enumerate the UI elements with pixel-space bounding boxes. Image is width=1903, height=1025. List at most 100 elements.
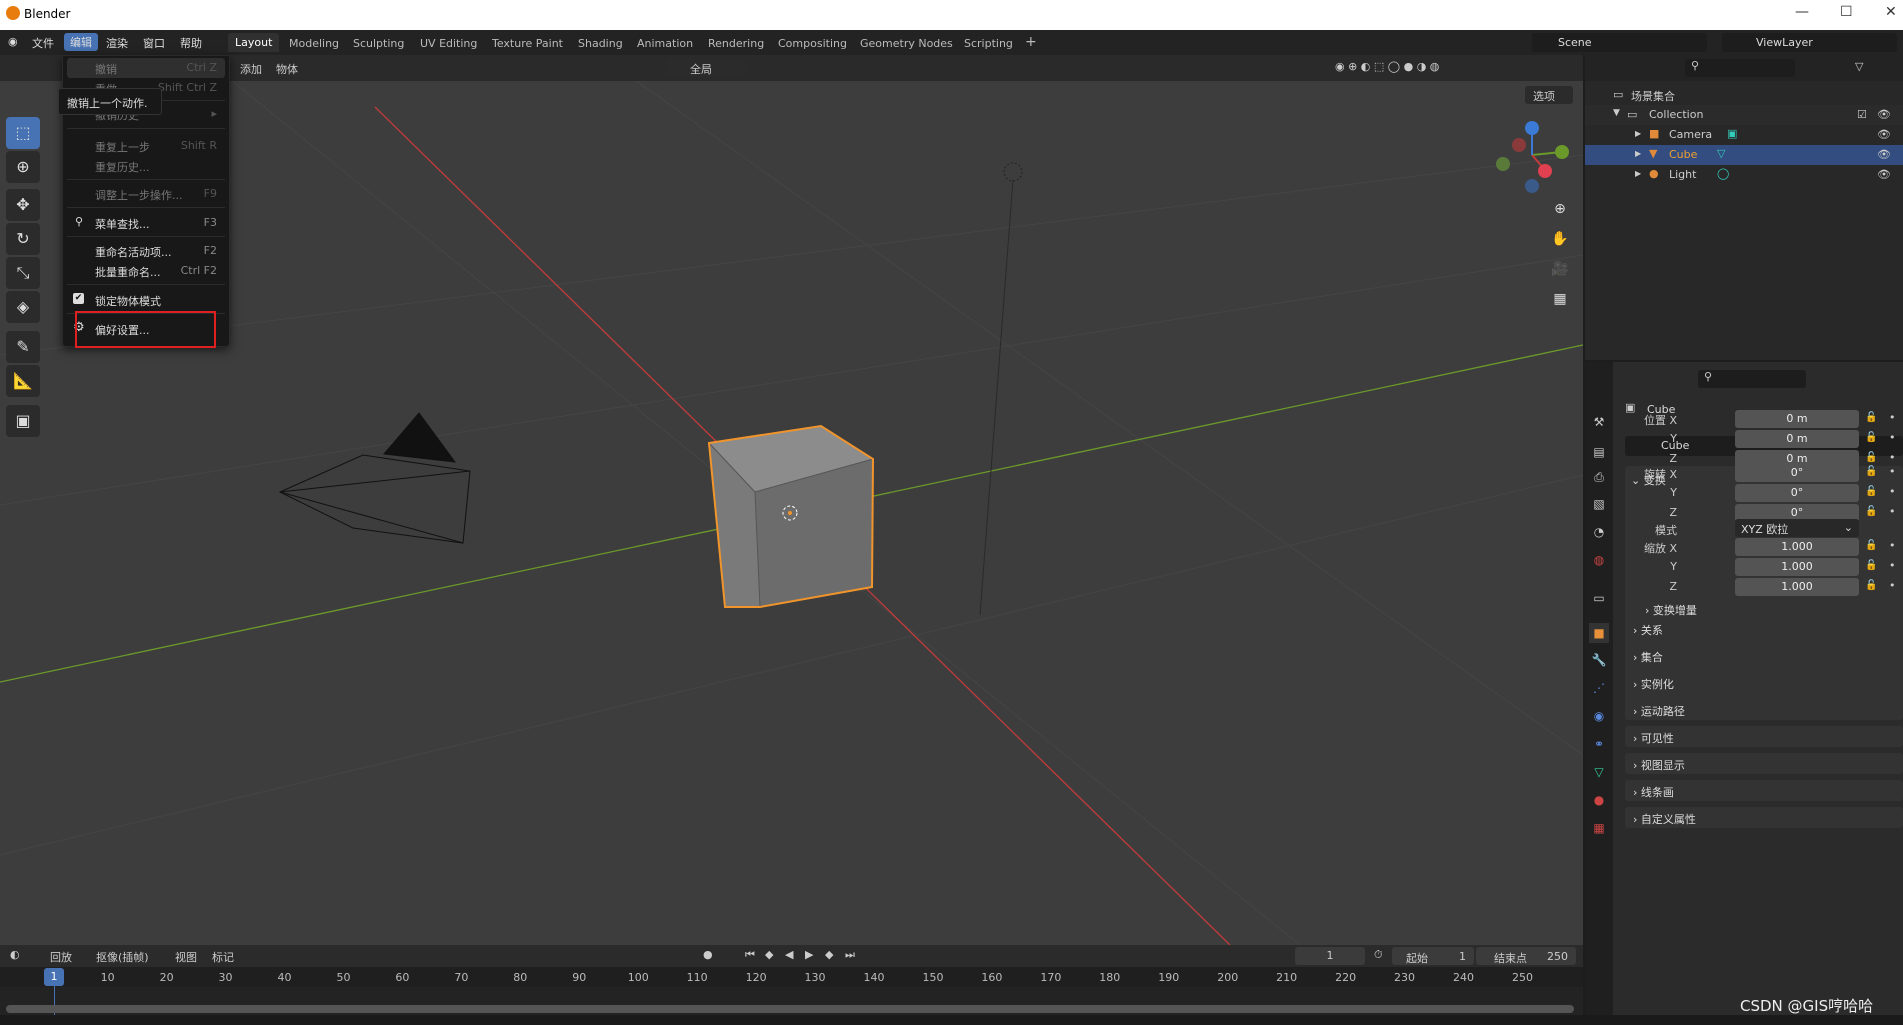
expand-arrow-icon[interactable]: ▶	[1635, 169, 1641, 178]
close-button[interactable]: ✕	[1885, 4, 1897, 20]
checkbox-checked-icon[interactable]: ✔	[73, 293, 84, 304]
data-tab-icon[interactable]: ▽	[1589, 762, 1609, 782]
rotation-y-field[interactable]: 0°	[1735, 484, 1859, 502]
prev-keyframe-icon[interactable]: ◆	[765, 948, 773, 961]
scale-tool[interactable]: ⤡	[6, 257, 40, 289]
play-icon[interactable]: ▶	[805, 948, 813, 961]
timeline-scrollbar[interactable]	[6, 1005, 1574, 1013]
lock-icon[interactable]: 🔓	[1865, 452, 1877, 463]
menu-view[interactable]: 视图	[175, 949, 197, 965]
keyframe-dot-icon[interactable]: •	[1889, 465, 1896, 478]
perspective-grid-icon[interactable]: ▦	[1548, 291, 1572, 315]
menu-item-lock-object-modes[interactable]: ✔ 锁定物体模式	[63, 290, 229, 310]
scene-selector[interactable]: Scene	[1532, 33, 1707, 52]
lock-icon[interactable]: 🔓	[1865, 580, 1877, 591]
maximize-button[interactable]: ☐	[1840, 4, 1853, 20]
texture-tab-icon[interactable]: ▦	[1589, 818, 1609, 838]
location-y-field[interactable]: 0 m	[1735, 430, 1859, 448]
tab-shading[interactable]: Shading	[578, 37, 623, 50]
stopwatch-icon[interactable]: ⏱	[1374, 948, 1383, 962]
eye-icon[interactable]: 👁	[1877, 128, 1891, 141]
current-frame-field[interactable]: 1	[1295, 947, 1365, 965]
outliner-item-cube[interactable]: ▶ ▼ Cube ▽ 👁	[1585, 145, 1903, 165]
cube-object[interactable]	[707, 424, 875, 608]
end-frame-field[interactable]: 结束点 250	[1476, 947, 1576, 965]
panel-2[interactable]: › 实例化	[1625, 672, 1903, 693]
menu-playback[interactable]: 回放	[50, 949, 72, 965]
eye-icon[interactable]: 👁	[1877, 168, 1891, 181]
cursor-tool[interactable]: ⊕	[6, 151, 40, 183]
modifier-tab-icon[interactable]: 🔧	[1589, 650, 1609, 670]
panel-1[interactable]: › 集合	[1625, 645, 1903, 666]
tab-geometry-nodes[interactable]: Geometry Nodes	[860, 37, 953, 50]
editor-type-icon[interactable]: ◐	[10, 948, 20, 961]
tab-texture-paint[interactable]: Texture Paint	[492, 37, 563, 50]
keyframe-dot-icon[interactable]: •	[1889, 451, 1896, 464]
lock-icon[interactable]: 🔓	[1865, 486, 1877, 497]
outliner-scene-collection[interactable]: ▭ 场景集合	[1585, 85, 1903, 105]
lock-icon[interactable]: 🔓	[1865, 466, 1877, 477]
expand-arrow-icon[interactable]: ▶	[1635, 149, 1641, 158]
tab-compositing[interactable]: Compositing	[778, 37, 847, 50]
tab-layout[interactable]: Layout	[228, 33, 280, 52]
keyframe-dot-icon[interactable]: •	[1889, 505, 1896, 518]
3d-viewport[interactable]: 添加 物体 全局 ◉ ⊕ ◐ ⬚ ◯ ● ◑ ◍ 选项 ⬚ ⊕ ✥ ↻ ⤡ ◈ …	[0, 55, 1583, 945]
playhead[interactable]: 1	[44, 968, 64, 986]
scale-y-field[interactable]: 1.000	[1735, 558, 1859, 576]
viewport-overlays-icons[interactable]: ◉ ⊕ ◐ ⬚ ◯ ● ◑ ◍	[1335, 60, 1439, 73]
scene-tab-icon[interactable]: ◔	[1589, 522, 1609, 542]
keyframe-dot-icon[interactable]: •	[1889, 431, 1896, 444]
menu-window[interactable]: 窗口	[143, 35, 165, 51]
world-tab-icon[interactable]: ◍	[1589, 550, 1609, 570]
object-tab-icon[interactable]: ■	[1589, 623, 1609, 643]
panel-7[interactable]: › 自定义属性	[1625, 807, 1903, 828]
eye-icon[interactable]: 👁	[1877, 148, 1891, 161]
expand-arrow-icon[interactable]: ▶	[1635, 129, 1641, 138]
light-object[interactable]	[1003, 162, 1023, 182]
menu-item-batch-rename[interactable]: 批量重命名... Ctrl F2	[63, 261, 229, 281]
material-tab-icon[interactable]: ●	[1589, 790, 1609, 810]
view-layer-selector[interactable]: ViewLayer	[1722, 33, 1897, 52]
jump-to-start-icon[interactable]: ⏮	[745, 948, 755, 962]
physics-tab-icon[interactable]: ◉	[1589, 706, 1609, 726]
menu-marker[interactable]: 标记	[212, 949, 234, 965]
next-keyframe-icon[interactable]: ◆	[825, 948, 833, 961]
auto-keying-record-icon[interactable]: ●	[703, 948, 713, 961]
lock-icon[interactable]: 🔓	[1865, 412, 1877, 423]
select-box-tool[interactable]: ⬚	[6, 117, 40, 149]
menu-add[interactable]: 添加	[240, 61, 262, 77]
jump-to-end-icon[interactable]: ⏭	[845, 948, 855, 962]
tool-tab-icon[interactable]: ⚒	[1589, 412, 1609, 432]
camera-view-icon[interactable]: 🎥	[1548, 261, 1572, 285]
scale-z-field[interactable]: 1.000	[1735, 578, 1859, 596]
camera-object[interactable]	[278, 412, 471, 544]
measure-tool[interactable]: 📐	[6, 365, 40, 397]
menu-item-repeat-last[interactable]: 重复上一步 Shift R	[63, 136, 229, 156]
keyframe-dot-icon[interactable]: •	[1889, 559, 1896, 572]
tab-modeling[interactable]: Modeling	[289, 37, 339, 50]
menu-item-undo[interactable]: 撤销 Ctrl Z	[63, 58, 229, 78]
menu-item-rename-active[interactable]: 重命名活动项... F2	[63, 241, 229, 261]
tab-scripting[interactable]: Scripting	[964, 37, 1013, 50]
render-tab-icon[interactable]: ▤	[1589, 442, 1609, 462]
properties-search-input[interactable]: ⚲	[1698, 370, 1806, 388]
outliner-item-light[interactable]: ▶ ● Light ◯ 👁	[1585, 165, 1903, 185]
outliner-search-input[interactable]: ⚲	[1685, 59, 1795, 77]
outliner-collection[interactable]: ▼ ▭ Collection ☑ 👁	[1585, 105, 1903, 125]
lock-icon[interactable]: 🔓	[1865, 540, 1877, 551]
move-tool[interactable]: ✥	[6, 189, 40, 221]
rotation-mode-dropdown[interactable]: XYZ 欧拉 ⌄	[1735, 519, 1859, 537]
frame-ruler[interactable]: 1 10 20 30 40 50 60 70 80 90 100 110 120 130 140 150 16…	[0, 967, 1583, 987]
lock-icon[interactable]: 🔓	[1865, 506, 1877, 517]
menu-file[interactable]: 文件	[32, 35, 54, 51]
constraints-tab-icon[interactable]: ⚭	[1589, 734, 1609, 754]
menu-render[interactable]: 渲染	[106, 35, 128, 51]
menu-item-repeat-history[interactable]: 重复历史...	[63, 156, 229, 176]
eye-icon[interactable]: 👁	[1877, 108, 1891, 121]
blender-menu-icon[interactable]: ◉	[8, 35, 18, 48]
zoom-icon[interactable]: ⊕	[1548, 201, 1572, 225]
panel-4[interactable]: › 可见性	[1625, 726, 1903, 747]
lock-icon[interactable]: 🔓	[1865, 432, 1877, 443]
lock-icon[interactable]: 🔓	[1865, 560, 1877, 571]
checkbox-checked-icon[interactable]: ☑	[1857, 108, 1867, 121]
